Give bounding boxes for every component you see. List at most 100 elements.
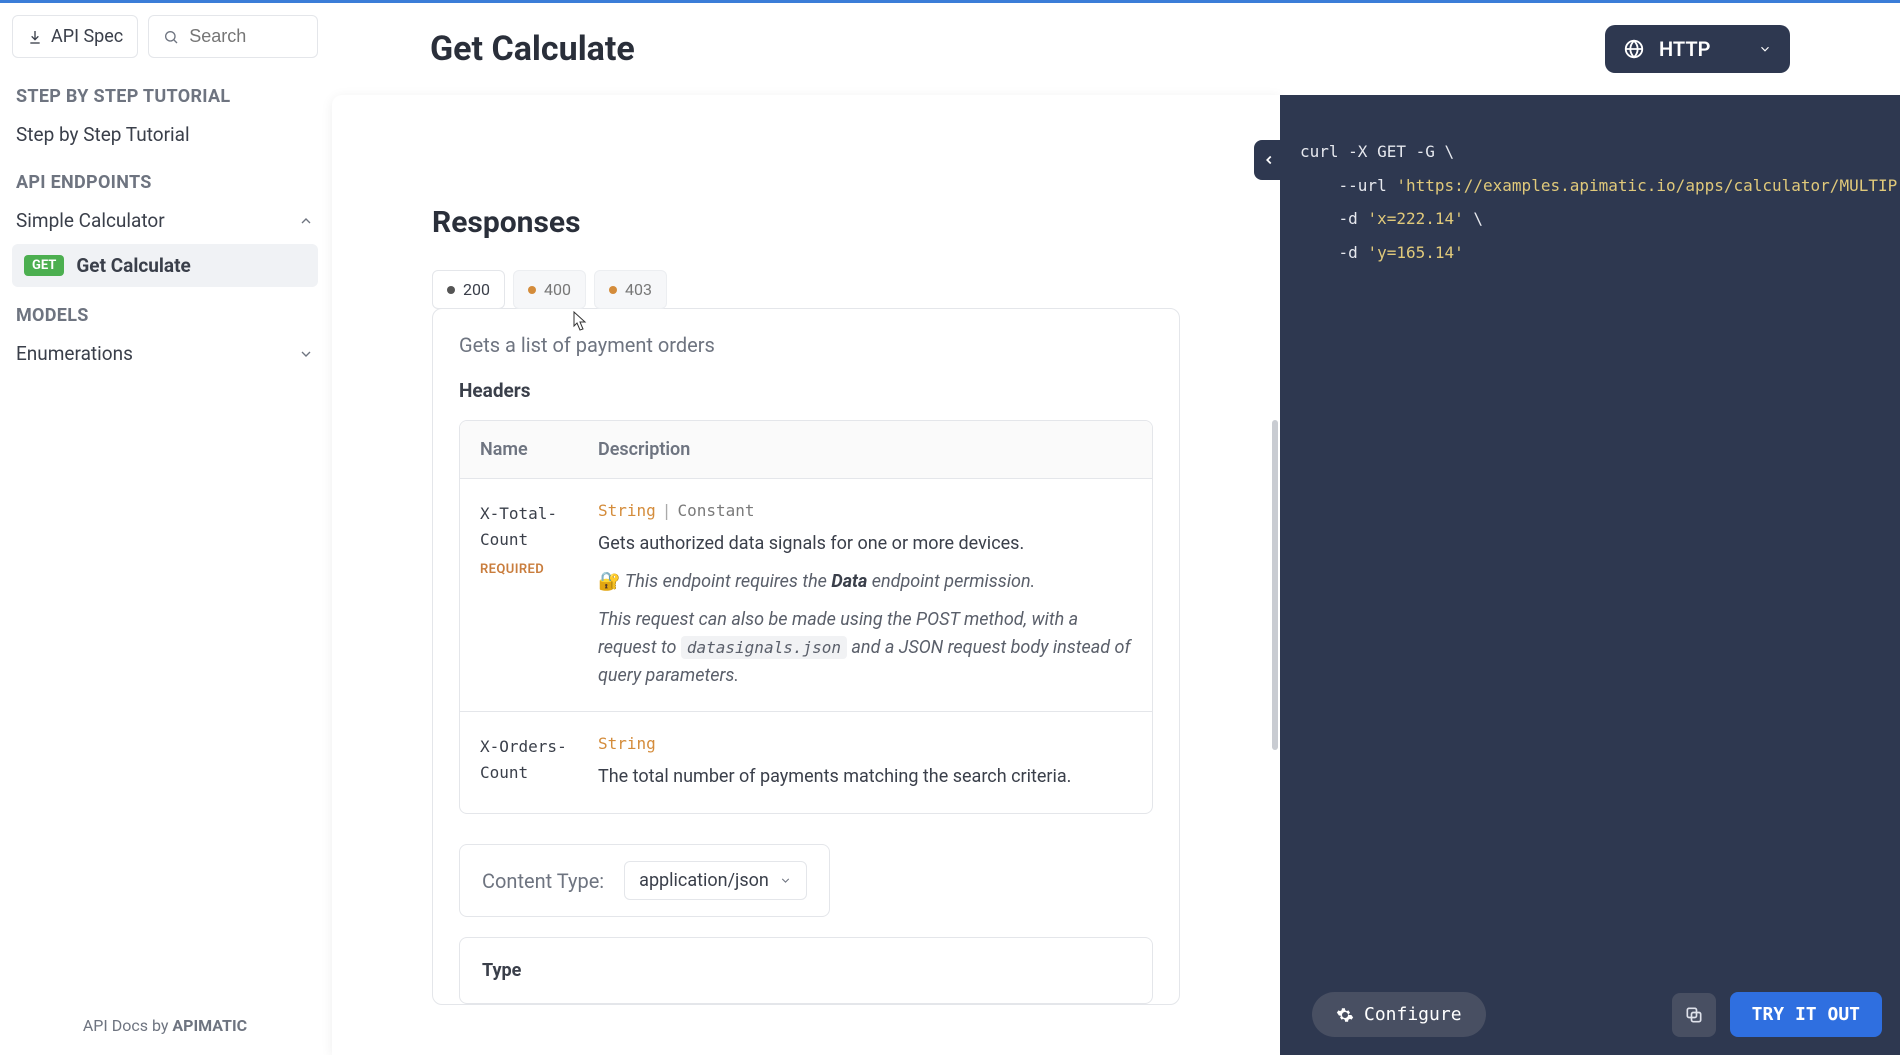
header-desc-cell: String | Constant Gets authorized data sig… (598, 501, 1132, 689)
chevron-up-icon (298, 213, 314, 229)
content-type-value: application/json (639, 870, 769, 891)
footer-prefix: API Docs by (83, 1016, 173, 1035)
api-spec-label: API Spec (51, 26, 123, 47)
status-tabs: 200 400 403 (432, 270, 1180, 309)
header: Get Calculate HTTP (330, 3, 1900, 95)
code-panel: curl -X GET -G \ --url 'https://examples… (1280, 95, 1900, 1055)
code-line: --url 'https://examples.apimatic.io/apps… (1300, 169, 1880, 203)
sidebar-section-models: MODELS Enumerations (12, 305, 318, 373)
type-box: Type (459, 937, 1153, 1004)
lock-icon: 🔐 (598, 571, 625, 592)
status-dot-200 (447, 286, 455, 294)
type-line: String | Constant (598, 501, 1132, 520)
code-bottom-buttons: TRY IT OUT (1580, 992, 1882, 1037)
table-row: X-Orders-Count String The total number o… (460, 712, 1152, 813)
sidebar-item-enumerations[interactable]: Enumerations (12, 334, 318, 373)
header-desc1: Gets authorized data signals for one or … (598, 530, 1132, 558)
search-box[interactable] (148, 15, 318, 58)
tab-200-label: 200 (463, 280, 490, 299)
required-tag: REQUIRED (480, 562, 588, 577)
code-seg: 'https://examples.apimatic.io/apps/calcu… (1396, 176, 1897, 195)
desc2-pre: This endpoint requires the (625, 571, 831, 592)
header-name-cell: X-Orders-Count (480, 734, 598, 791)
sidebar-item-get-calculate[interactable]: GET Get Calculate (12, 244, 318, 287)
tutorial-item-label: Step by Step Tutorial (16, 123, 190, 146)
api-spec-button[interactable]: API Spec (12, 15, 138, 58)
tab-403-label: 403 (625, 280, 652, 299)
simple-calculator-label: Simple Calculator (16, 209, 165, 232)
response-description: Gets a list of payment orders (459, 333, 1153, 357)
main-content: Responses 200 400 403 Gets a list of pay… (332, 95, 1280, 1055)
response-panel: Gets a list of payment orders Headers Na… (432, 308, 1180, 1005)
globe-icon (1623, 38, 1645, 60)
sidebar-item-tutorial[interactable]: Step by Step Tutorial (12, 115, 318, 154)
try-it-out-button[interactable]: TRY IT OUT (1730, 992, 1882, 1037)
chevron-down-icon (779, 874, 792, 887)
code-line: -d 'y=165.14' (1300, 236, 1880, 270)
code-seg: 'y=165.14' (1367, 243, 1463, 262)
code-seg: 'x=222.14' (1367, 209, 1463, 228)
sidebar-top: API Spec (12, 15, 318, 58)
enumerations-label: Enumerations (16, 342, 133, 365)
code-seg: -d (1300, 209, 1367, 228)
type-secondary: Constant (677, 501, 754, 520)
sidebar-section-tutorial: STEP BY STEP TUTORIAL Step by Step Tutor… (12, 86, 318, 154)
footer-brand: APIMATIC (172, 1016, 247, 1035)
headers-table: Name Description X-Total-Count REQUIRED … (459, 420, 1153, 814)
desc2-bold: Data (831, 571, 867, 592)
page-title: Get Calculate (430, 29, 635, 69)
type-primary: String (598, 734, 656, 753)
type-primary: String (598, 501, 656, 520)
code-line: -d 'x=222.14' \ (1300, 202, 1880, 236)
copy-button[interactable] (1672, 993, 1716, 1037)
header-desc3: This request can also be made using the … (598, 606, 1132, 690)
protocol-select[interactable]: HTTP (1605, 25, 1790, 73)
header-name: X-Orders-Count (480, 734, 588, 785)
http-method-badge: GET (24, 255, 64, 276)
header-name-cell: X-Total-Count REQUIRED (480, 501, 598, 689)
desc2-post: endpoint permission. (867, 571, 1035, 592)
content-type-select[interactable]: application/json (624, 861, 807, 900)
col-name: Name (480, 439, 598, 460)
tab-200[interactable]: 200 (432, 270, 505, 309)
status-dot-400 (528, 286, 536, 294)
copy-icon (1684, 1005, 1704, 1025)
gear-icon (1336, 1006, 1354, 1024)
chevron-down-icon (298, 346, 314, 362)
try-label: TRY IT OUT (1752, 1004, 1860, 1025)
responses-title: Responses (432, 205, 1180, 240)
table-header: Name Description (460, 421, 1152, 479)
status-dot-403 (609, 286, 617, 294)
header-desc-cell: String The total number of payments matc… (598, 734, 1132, 791)
header-desc1: The total number of payments matching th… (598, 763, 1132, 791)
code-block: curl -X GET -G \ --url 'https://examples… (1300, 135, 1880, 269)
collapse-code-panel-button[interactable] (1254, 140, 1284, 180)
tab-403[interactable]: 403 (594, 270, 667, 309)
type-line: String (598, 734, 1132, 753)
type-separator: | (662, 501, 672, 520)
download-icon (27, 29, 43, 45)
code-seg: -d (1300, 243, 1367, 262)
models-section-title: MODELS (12, 305, 318, 326)
endpoint-label: Get Calculate (76, 254, 190, 277)
protocol-label: HTTP (1659, 37, 1710, 61)
col-description: Description (598, 439, 1132, 460)
configure-button[interactable]: Configure (1312, 992, 1486, 1037)
code-seg: curl -X GET -G (1300, 142, 1445, 161)
type-label: Type (482, 960, 1130, 981)
content-type-label: Content Type: (482, 869, 604, 893)
search-icon (163, 29, 179, 45)
headers-label: Headers (459, 379, 1153, 402)
search-input[interactable] (189, 26, 303, 47)
code-seg: \ (1464, 209, 1483, 228)
tab-400[interactable]: 400 (513, 270, 586, 309)
desc3-code: datasignals.json (681, 636, 847, 659)
code-seg: \ (1445, 142, 1455, 161)
table-row: X-Total-Count REQUIRED String | Constant G… (460, 479, 1152, 712)
chevron-down-icon (1758, 42, 1772, 56)
sidebar-section-endpoints: API ENDPOINTS Simple Calculator GET Get … (12, 172, 318, 287)
scrollbar-thumb[interactable] (1272, 420, 1278, 750)
sidebar-item-simple-calculator[interactable]: Simple Calculator (12, 201, 318, 240)
header-desc2: 🔐 This endpoint requires the Data endpoi… (598, 568, 1132, 596)
endpoints-section-title: API ENDPOINTS (12, 172, 318, 193)
